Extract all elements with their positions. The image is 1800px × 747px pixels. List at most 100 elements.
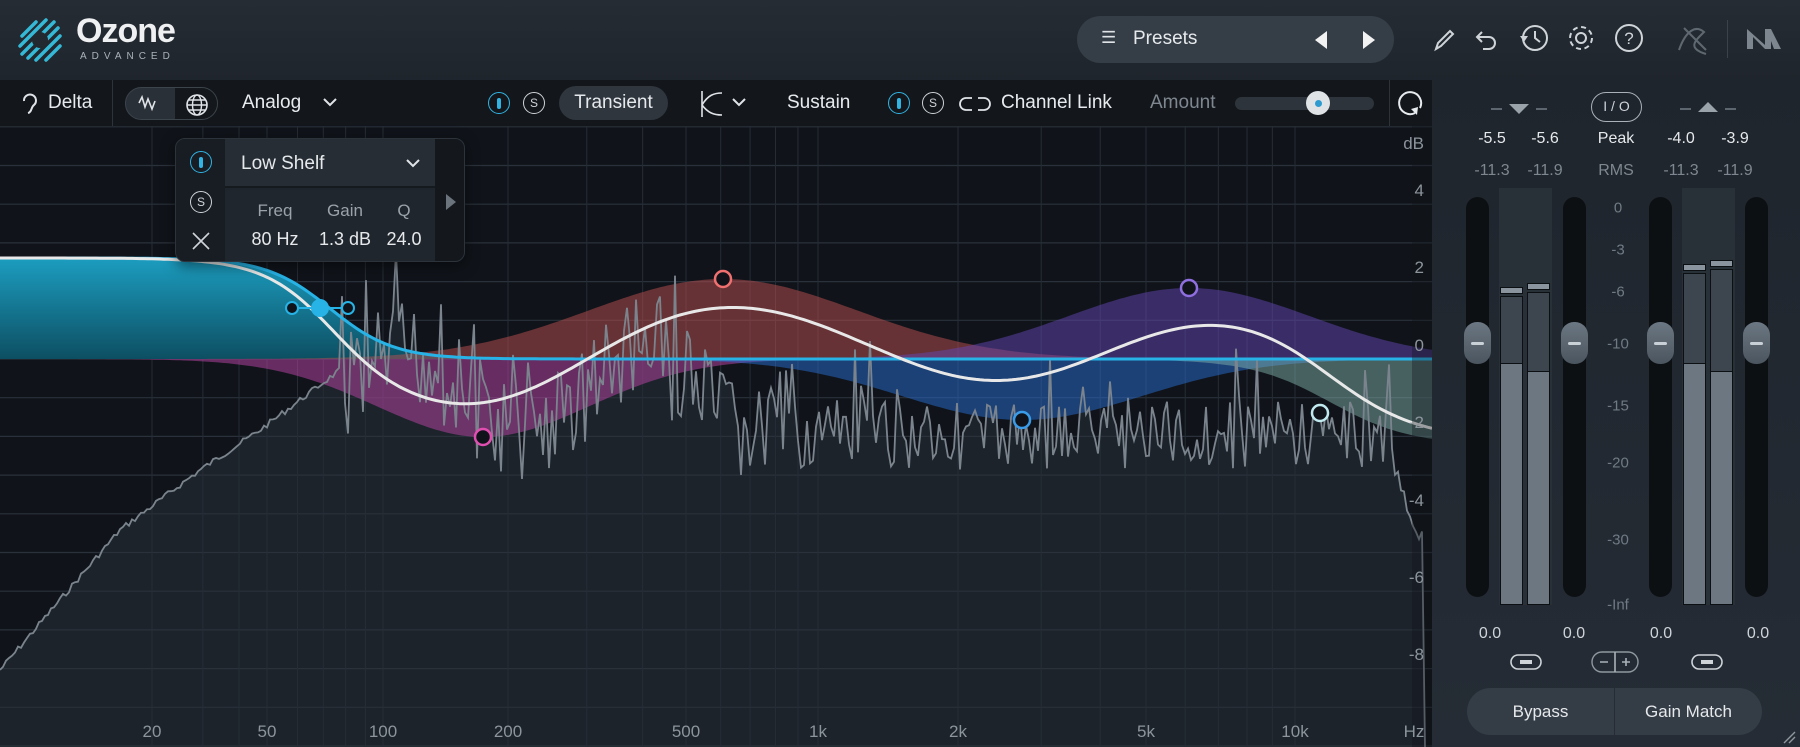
sustain-solo-button[interactable]: S <box>922 92 944 114</box>
db-tick-label: -4 <box>1408 490 1424 510</box>
ni-logo <box>1747 29 1781 49</box>
q-handle-left[interactable] <box>285 301 299 315</box>
output-gain-fader-right[interactable] <box>1743 197 1770 597</box>
chevron-down-icon[interactable] <box>405 157 421 169</box>
offset-minus-plus-icon[interactable] <box>1591 651 1639 673</box>
meter-scale-label: -Inf <box>1607 596 1629 614</box>
band-node-purple[interactable] <box>1179 278 1199 298</box>
input-gain-fader-right[interactable] <box>1561 197 1588 597</box>
gear-icon[interactable] <box>1565 22 1597 54</box>
output-peak-right: -3.9 <box>1721 130 1749 147</box>
freq-tick-label: 10k <box>1281 722 1309 741</box>
db-tick-label: -2 <box>1408 413 1424 433</box>
app-edition: ADVANCED <box>80 51 175 62</box>
band-node-blue[interactable] <box>1012 410 1032 430</box>
db-unit-label: dB <box>1403 134 1424 153</box>
amount-label: Amount <box>1150 92 1216 113</box>
fader-handle[interactable] <box>1647 322 1674 364</box>
band-node-red[interactable] <box>713 269 733 289</box>
input-meter-right-peak-hold <box>1527 283 1550 290</box>
input-gain-right-value[interactable]: 0.0 <box>1563 625 1585 643</box>
delta-button[interactable]: Delta <box>48 92 92 114</box>
mode-dropdown[interactable]: Analog <box>242 92 301 114</box>
sustain-label: Sustain <box>787 92 851 113</box>
chevron-down-icon[interactable] <box>322 96 338 108</box>
transient-enable-icon[interactable] <box>488 92 510 114</box>
ear-icon[interactable] <box>20 92 38 116</box>
history-icon[interactable] <box>1518 22 1550 54</box>
header: Ozone ADVANCED ☰ Presets ? <box>0 0 1800 80</box>
expand-arrow-icon[interactable] <box>445 193 457 211</box>
globe-icon[interactable] <box>185 93 209 117</box>
input-peak-right: -5.6 <box>1531 130 1559 147</box>
db-tick-label: -6 <box>1408 568 1424 587</box>
freq-tick-label: 5k <box>1137 722 1155 741</box>
input-peak-left: -5.5 <box>1478 130 1506 147</box>
presets-label[interactable]: Presets <box>1133 28 1197 50</box>
toolbar-divider <box>112 80 113 126</box>
output-link-icon[interactable] <box>1691 654 1723 670</box>
band-enable-icon[interactable] <box>190 151 212 173</box>
link-icon[interactable] <box>959 95 991 113</box>
input-gain-fader-left[interactable] <box>1464 197 1491 597</box>
gain-match-button[interactable]: Gain Match <box>1615 688 1762 735</box>
input-link-icon[interactable] <box>1510 654 1542 670</box>
fader-handle[interactable] <box>1561 322 1588 364</box>
q-value[interactable]: 24.0 <box>379 229 429 250</box>
q-handle-right[interactable] <box>341 301 355 315</box>
chevron-down-icon[interactable] <box>731 96 747 108</box>
amount-slider[interactable] <box>1235 91 1374 115</box>
undo-icon[interactable] <box>1474 26 1500 52</box>
input-gain-left-value[interactable]: 0.0 <box>1479 625 1501 643</box>
transient-solo-button[interactable]: S <box>523 92 545 114</box>
output-gain-fader-left[interactable] <box>1647 197 1674 597</box>
io-toggle-button[interactable]: I / O <box>1591 92 1642 122</box>
output-meter-left-peak-fill <box>1683 273 1706 366</box>
output-meter-right-peak-hold <box>1710 260 1733 267</box>
freq-tick-label: 50 <box>257 722 277 741</box>
reset-icon[interactable] <box>1396 88 1426 120</box>
output-meter-right-rms <box>1710 371 1733 605</box>
globe-tab <box>175 88 217 119</box>
output-meter-left-peak-hold <box>1683 264 1706 271</box>
input-meter-right-peak-fill <box>1527 292 1550 372</box>
output-gain-right-value[interactable]: 0.0 <box>1747 625 1769 643</box>
curve-shape-icon[interactable] <box>698 89 726 119</box>
band-solo-button[interactable]: S <box>190 191 212 213</box>
presets-bar[interactable]: ☰ Presets <box>1077 16 1394 63</box>
fader-handle[interactable] <box>1464 322 1491 364</box>
output-peak-left: -4.0 <box>1667 130 1695 147</box>
waveform-icon[interactable] <box>136 93 164 113</box>
input-meter-left-peak-fill <box>1500 296 1523 366</box>
band-type-dropdown[interactable]: Low Shelf <box>225 139 435 188</box>
popup-expand-button[interactable] <box>435 139 464 261</box>
freq-tick-label: 2k <box>949 722 967 741</box>
transient-button[interactable]: Transient <box>559 86 668 120</box>
bypass-button[interactable]: Bypass <box>1467 688 1614 735</box>
channel-link-label[interactable]: Channel Link <box>1001 92 1112 114</box>
meter-scale-label: -15 <box>1607 397 1629 415</box>
pencil-icon[interactable] <box>1432 28 1456 52</box>
output-rms-right: -11.9 <box>1717 162 1753 179</box>
band-node-light[interactable] <box>1310 403 1330 423</box>
band-node-pink[interactable] <box>473 427 493 447</box>
next-preset-icon[interactable] <box>1362 30 1376 50</box>
band-node-low-shelf[interactable] <box>311 299 329 317</box>
sustain-enable-icon[interactable] <box>888 92 910 114</box>
freq-value[interactable]: 80 Hz <box>240 229 310 250</box>
db-tick-label: 0 <box>1414 335 1424 355</box>
freq-tick-label: 100 <box>368 722 398 741</box>
output-trim-icon <box>1680 102 1736 112</box>
meter-scale-label: -30 <box>1607 531 1629 549</box>
gain-value[interactable]: 1.3 dB <box>309 229 381 250</box>
input-meter-left-peak-hold <box>1500 287 1523 294</box>
view-toggle[interactable] <box>125 87 218 120</box>
band-popup: S Low Shelf Freq Gain Q 80 Hz 1.3 dB 24.… <box>175 138 465 262</box>
prev-preset-icon[interactable] <box>1314 30 1328 50</box>
fader-handle[interactable] <box>1743 322 1770 364</box>
close-icon[interactable] <box>191 231 211 251</box>
help-icon[interactable]: ? <box>1613 22 1645 54</box>
input-meter-right-rms <box>1527 371 1550 605</box>
resize-handle-icon[interactable] <box>1780 728 1796 744</box>
output-gain-left-value[interactable]: 0.0 <box>1650 625 1672 643</box>
